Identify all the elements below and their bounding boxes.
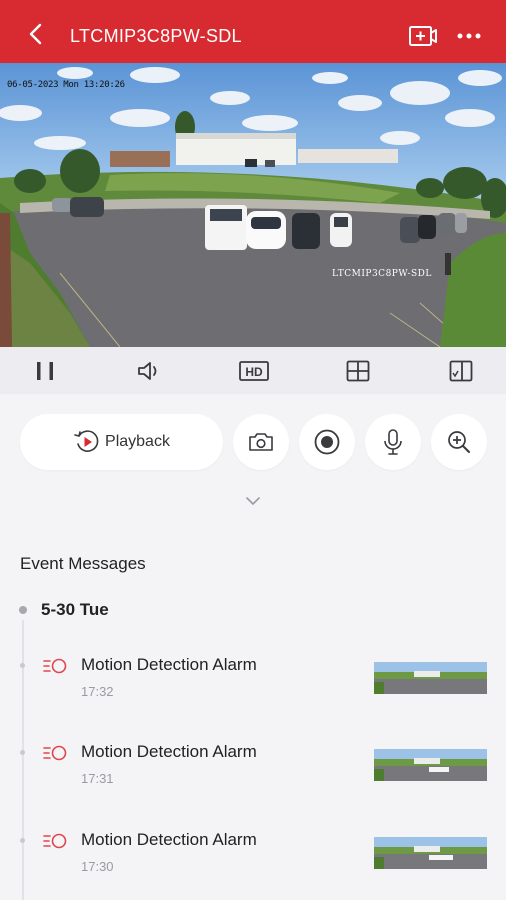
talk-button[interactable] <box>365 414 421 470</box>
motion-alarm-icon <box>43 833 67 849</box>
playback-label: Playback <box>105 433 170 450</box>
camera-icon <box>249 433 273 451</box>
record-icon <box>314 429 340 455</box>
event-time: 17:30 <box>81 859 114 874</box>
volume-icon <box>138 361 157 380</box>
zoom-in-icon <box>448 431 470 453</box>
event-item[interactable]: Motion Detection Alarm 17:31 <box>0 741 506 821</box>
event-time: 17:32 <box>81 684 114 699</box>
camera-feed-image <box>0 63 506 347</box>
grid-layout-button[interactable] <box>328 347 388 394</box>
digital-zoom-button[interactable] <box>431 414 487 470</box>
volume-button[interactable] <box>119 347 179 394</box>
grid-icon <box>346 360 370 381</box>
more-options-icon[interactable] <box>456 27 482 45</box>
app-header: LTCMIP3C8PW-SDL <box>0 0 506 63</box>
event-name: Motion Detection Alarm <box>81 830 257 849</box>
osd-timestamp: 06-05-2023 Mon 13:20:26 <box>7 80 125 90</box>
hd-icon: HD <box>239 360 269 381</box>
event-thumbnail[interactable] <box>374 662 487 694</box>
back-arrow-icon[interactable] <box>24 22 48 46</box>
timeline-dot <box>20 838 25 843</box>
expand-chevron-icon[interactable] <box>243 494 263 508</box>
pause-button[interactable] <box>15 347 75 394</box>
microphone-icon <box>384 429 402 455</box>
event-item[interactable]: Motion Detection Alarm 17:30 <box>0 829 506 900</box>
event-date: 5-30 Tue <box>41 600 109 619</box>
event-name: Motion Detection Alarm <box>81 742 257 761</box>
pause-icon <box>37 361 53 380</box>
control-row: Playback <box>0 412 506 472</box>
video-record-icon[interactable] <box>408 24 438 48</box>
event-time: 17:31 <box>81 771 114 786</box>
event-item[interactable]: Motion Detection Alarm 17:32 <box>0 654 506 734</box>
timeline-dot <box>20 663 25 668</box>
screen-layout-button[interactable] <box>431 347 491 394</box>
screenshot-button[interactable] <box>233 414 289 470</box>
motion-alarm-icon <box>43 658 67 674</box>
record-button[interactable] <box>299 414 355 470</box>
live-video-view[interactable]: 06-05-2023 Mon 13:20:26 LTCMIP3C8PW-SDL <box>0 63 506 347</box>
playback-icon <box>74 430 99 452</box>
screen-layout-icon <box>449 360 473 381</box>
playback-button[interactable]: Playback <box>20 414 223 470</box>
device-title: LTCMIP3C8PW-SDL <box>70 26 242 46</box>
timeline-dot <box>20 750 25 755</box>
event-thumbnail[interactable] <box>374 749 487 781</box>
motion-alarm-icon <box>43 745 67 761</box>
osd-channel-name: LTCMIP3C8PW-SDL <box>332 269 432 279</box>
event-messages-heading: Event Messages <box>20 554 146 573</box>
hd-quality-button[interactable]: HD <box>224 347 284 394</box>
event-thumbnail[interactable] <box>374 837 487 869</box>
date-marker <box>19 606 27 614</box>
svg-text:HD: HD <box>245 365 263 379</box>
event-name: Motion Detection Alarm <box>81 655 257 674</box>
video-toolbar: HD <box>0 347 506 394</box>
